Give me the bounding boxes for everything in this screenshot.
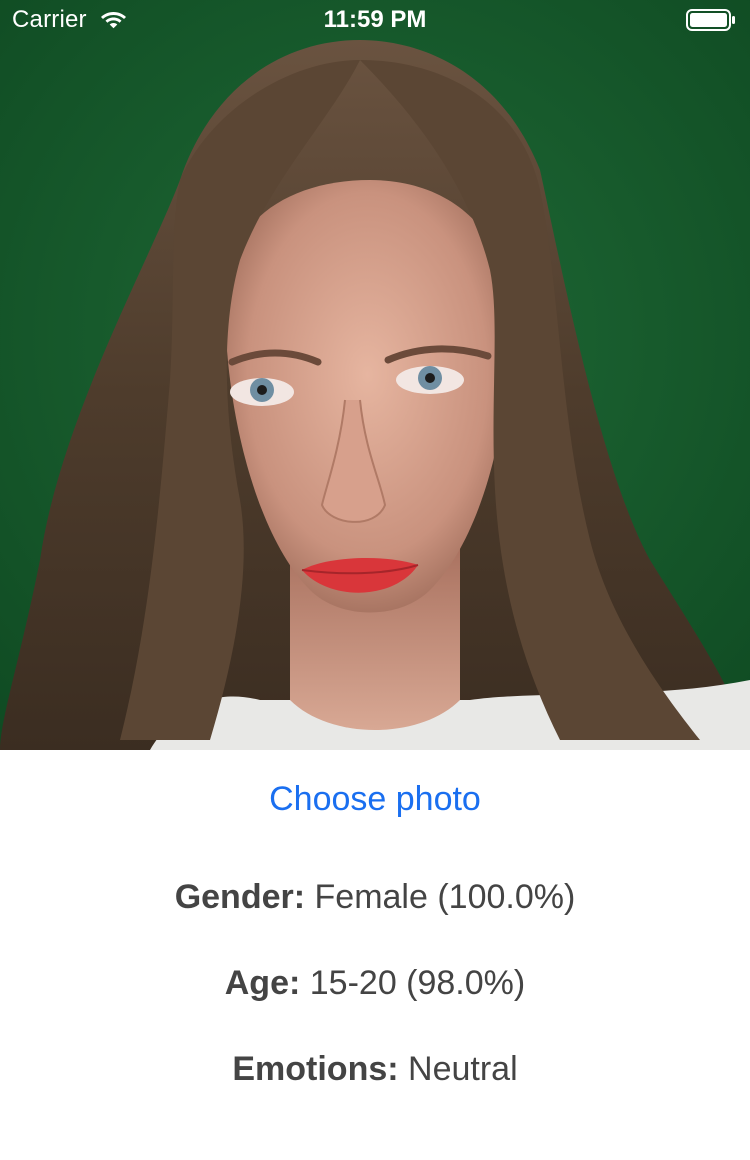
- gender-label: Gender:: [174, 878, 306, 916]
- age-result: Age: 15-20 (98.0%): [0, 964, 750, 1003]
- status-bar: Carrier 11:59 PM: [0, 0, 750, 40]
- app-screen: Carrier 11:59 PM Choose photo Gender: Fe…: [0, 0, 750, 1160]
- emotions-result: Emotions: Neutral: [0, 1050, 750, 1089]
- battery-icon: [686, 9, 735, 31]
- emotions-label: Emotions:: [232, 1050, 399, 1088]
- face-photo: [0, 0, 750, 750]
- choose-photo-button[interactable]: Choose photo: [0, 780, 750, 819]
- emotions-value: Neutral: [408, 1050, 518, 1088]
- status-time: 11:59 PM: [323, 6, 427, 33]
- age-label: Age:: [224, 964, 301, 1002]
- age-value: 15-20 (98.0%): [309, 964, 526, 1002]
- gender-result: Gender: Female (100.0%): [0, 878, 750, 917]
- gender-value: Female (100.0%): [314, 878, 576, 916]
